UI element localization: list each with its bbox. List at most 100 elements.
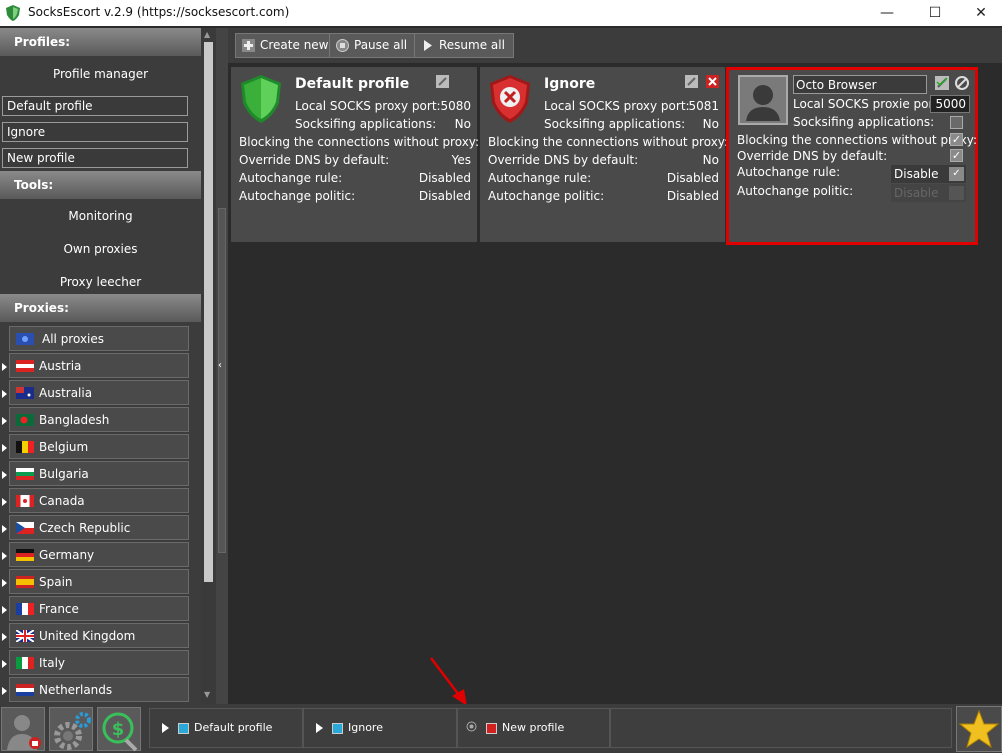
splitter-handle[interactable]	[218, 208, 226, 553]
annotation-arrow-icon	[430, 657, 467, 706]
favorites-button[interactable]	[956, 706, 1002, 752]
edit-icon[interactable]	[685, 75, 698, 88]
cancel-icon[interactable]	[955, 76, 969, 90]
play-icon[interactable]	[316, 723, 323, 733]
scroll-up-icon[interactable]: ▲	[204, 30, 210, 39]
billing-button[interactable]: $	[97, 707, 141, 752]
expand-germany-icon[interactable]	[2, 552, 7, 560]
dns-checkbox[interactable]: ✓	[950, 149, 963, 162]
profile-card-ignore[interactable]: Ignore Local SOCKS proxy port: 5081 Sock…	[480, 67, 748, 242]
blocking-checkbox[interactable]: ✓	[950, 133, 963, 146]
profile-card-new-editing[interactable]: Local SOCKS proxie port: Socksifing appl…	[726, 67, 978, 245]
politic-value: Disabled	[418, 189, 471, 203]
resume-all-button[interactable]: Resume all	[414, 33, 514, 58]
country-spain[interactable]: Spain	[9, 569, 189, 594]
svg-text:$: $	[112, 719, 125, 740]
bangladesh-flag-icon	[16, 414, 34, 426]
socks-checkbox[interactable]	[950, 116, 963, 129]
country-label: Canada	[39, 494, 85, 508]
expand-bangladesh-icon[interactable]	[2, 417, 7, 425]
country-bangladesh[interactable]: Bangladesh	[9, 407, 189, 432]
tool-monitoring[interactable]: Monitoring	[0, 209, 201, 223]
play-icon[interactable]	[162, 723, 169, 733]
expand-spain-icon[interactable]	[2, 579, 7, 587]
bottom-tab-ignore[interactable]: Ignore	[303, 708, 457, 748]
minimize-button[interactable]: —	[864, 0, 910, 26]
rule-value: Disabled	[418, 171, 471, 185]
country-label: France	[39, 602, 79, 616]
stop-circle-icon[interactable]	[466, 721, 477, 732]
edit-icon[interactable]	[436, 75, 449, 88]
expand-italy-icon[interactable]	[2, 660, 7, 668]
port-input[interactable]	[930, 95, 970, 113]
expand-bulgaria-icon[interactable]	[2, 471, 7, 479]
country-bulgaria[interactable]: Bulgaria	[9, 461, 189, 486]
collapse-left-icon[interactable]: ‹	[218, 360, 222, 371]
close-button[interactable]: ✕	[958, 0, 1002, 26]
create-new-button[interactable]: Create new	[235, 33, 338, 58]
blocking-label: Blocking the connections without proxy:	[737, 133, 978, 147]
bottom-tab-new-profile[interactable]: New profile	[457, 708, 610, 748]
chevron-down-icon[interactable]: ✓	[949, 167, 964, 181]
settings-button[interactable]	[49, 707, 93, 751]
expand-czech-icon[interactable]	[2, 525, 7, 533]
pause-all-label: Pause all	[354, 38, 408, 52]
pause-all-button[interactable]: Pause all	[329, 33, 417, 58]
country-label: All proxies	[42, 332, 105, 346]
edit-apply-icon[interactable]	[935, 76, 949, 90]
country-australia[interactable]: Australia	[9, 380, 189, 405]
scroll-down-icon[interactable]: ▼	[204, 690, 210, 699]
expand-france-icon[interactable]	[2, 606, 7, 614]
country-czech-republic[interactable]: Czech Republic	[9, 515, 189, 540]
dns-label: Override DNS by default:	[239, 153, 390, 167]
country-all-proxies[interactable]: All proxies	[9, 326, 189, 351]
avatar[interactable]	[738, 75, 788, 125]
tab-label: New profile	[502, 721, 565, 734]
profile-manager-link[interactable]: Profile manager	[0, 67, 201, 81]
politic-value: Disabled	[666, 189, 719, 203]
profile-name: Default profile	[295, 76, 410, 92]
expand-canada-icon[interactable]	[2, 498, 7, 506]
tool-own-proxies[interactable]: Own proxies	[0, 242, 201, 256]
country-united-kingdom[interactable]: United Kingdom	[9, 623, 189, 648]
maximize-button[interactable]: ☐	[912, 0, 958, 26]
profile-card-default[interactable]: Default profile Local SOCKS proxy port: …	[231, 67, 502, 242]
rule-label: Autochange rule:	[488, 171, 592, 185]
expand-netherlands-icon[interactable]	[2, 687, 7, 695]
country-netherlands[interactable]: Netherlands	[9, 677, 189, 702]
country-germany[interactable]: Germany	[9, 542, 189, 567]
netherlands-flag-icon	[16, 684, 34, 696]
delete-icon[interactable]	[706, 75, 719, 88]
panel-splitter[interactable]: ‹	[216, 28, 228, 704]
scrollbar-thumb[interactable]	[204, 42, 213, 582]
account-button[interactable]	[1, 707, 45, 751]
country-belgium[interactable]: Belgium	[9, 434, 189, 459]
port-value: 5081	[688, 99, 719, 113]
expand-austria-icon[interactable]	[2, 363, 7, 371]
expand-australia-icon[interactable]	[2, 390, 7, 398]
dns-label: Override DNS by default:	[737, 149, 888, 163]
user-silhouette-icon	[746, 85, 780, 121]
expand-belgium-icon[interactable]	[2, 444, 7, 452]
austria-flag-icon	[16, 360, 34, 372]
country-austria[interactable]: Austria	[9, 353, 189, 378]
sidebar-profile-ignore[interactable]: Ignore	[2, 122, 188, 142]
country-label: Australia	[39, 386, 93, 400]
dns-label: Override DNS by default:	[488, 153, 639, 167]
toolbar: Create new Pause all Resume all	[228, 28, 1002, 63]
country-label: Spain	[39, 575, 73, 589]
country-france[interactable]: France	[9, 596, 189, 621]
sidebar-profile-default[interactable]: Default profile	[2, 96, 188, 116]
globe-flag-icon	[16, 333, 34, 345]
bottom-tab-default-profile[interactable]: Default profile	[149, 708, 303, 748]
autochange-rule-dropdown[interactable]: Disable ✓	[891, 165, 966, 183]
sidebar-profile-new[interactable]: New profile	[2, 148, 188, 168]
germany-flag-icon	[16, 549, 34, 561]
country-canada[interactable]: Canada	[9, 488, 189, 513]
expand-uk-icon[interactable]	[2, 633, 7, 641]
tool-proxy-leecher[interactable]: Proxy leecher	[0, 275, 201, 289]
country-italy[interactable]: Italy	[9, 650, 189, 675]
sidebar-scrollbar[interactable]: ▲ ▼	[201, 28, 216, 704]
proxies-section-header: Proxies:	[0, 294, 201, 322]
profile-name-input[interactable]	[793, 75, 927, 94]
